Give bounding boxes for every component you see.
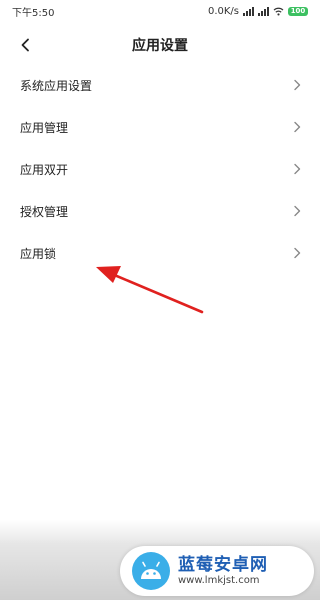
menu-item-label: 应用双开 (20, 162, 69, 177)
android-logo-icon (132, 552, 170, 590)
signal-icon (243, 6, 254, 16)
menu-item-permissions[interactable]: 授权管理 (0, 190, 320, 232)
settings-menu: 系统应用设置 应用管理 应用双开 授权管理 应用锁 (0, 64, 320, 274)
watermark-url: www.lmkjst.com (178, 575, 260, 586)
chevron-left-icon (21, 38, 29, 52)
chevron-right-icon (294, 79, 301, 91)
watermark-title: 蓝莓安卓网 (178, 555, 268, 575)
watermark-badge: 蓝莓安卓网 www.lmkjst.com (120, 546, 314, 596)
chevron-right-icon (294, 247, 301, 259)
menu-item-system-app-settings[interactable]: 系统应用设置 (0, 64, 320, 106)
chevron-right-icon (294, 205, 301, 217)
menu-item-label: 应用管理 (20, 120, 69, 135)
net-speed: 0.0K/s (207, 5, 239, 17)
menu-item-label: 系统应用设置 (20, 78, 93, 93)
watermark-text: 蓝莓安卓网 www.lmkjst.com (178, 555, 268, 587)
menu-item-app-management[interactable]: 应用管理 (0, 106, 320, 148)
wifi-icon (273, 7, 284, 16)
menu-item-label: 应用锁 (20, 246, 57, 261)
chevron-right-icon (294, 121, 301, 133)
status-bar: 下午5:50 0.0K/s 100 (0, 0, 320, 22)
battery-icon: 100 (288, 6, 308, 16)
chevron-right-icon (294, 163, 301, 175)
menu-item-label: 授权管理 (20, 204, 69, 219)
menu-item-dual-apps[interactable]: 应用双开 (0, 148, 320, 190)
menu-item-app-lock[interactable]: 应用锁 (0, 232, 320, 274)
header-bar: 应用设置 (0, 30, 320, 60)
back-button[interactable] (14, 34, 36, 56)
status-time: 下午5:50 (12, 7, 55, 19)
page-title: 应用设置 (132, 38, 188, 54)
status-icons: 0.0K/s 100 (208, 6, 308, 17)
signal-icon-2 (258, 6, 269, 16)
